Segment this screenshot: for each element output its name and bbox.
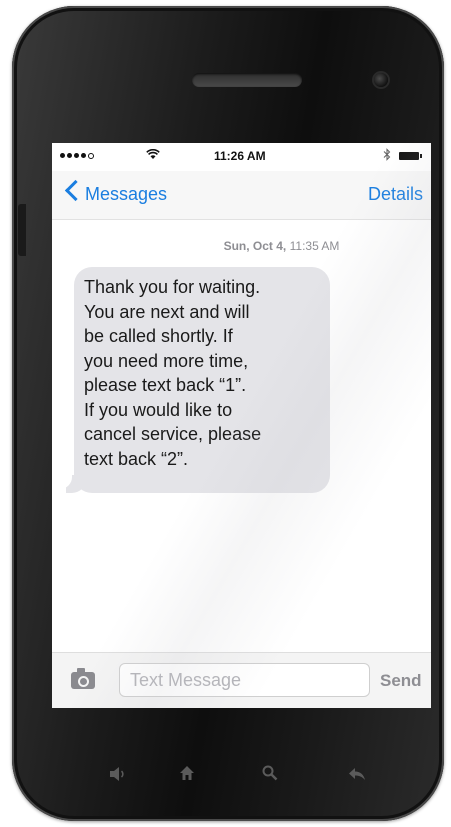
send-button[interactable]: Send xyxy=(380,671,422,691)
timestamp-time: 11:35 AM xyxy=(289,239,340,253)
search-icon[interactable] xyxy=(255,761,285,791)
status-time: 11:26 AM xyxy=(214,149,266,163)
text-message-input[interactable] xyxy=(119,663,370,697)
reply-icon[interactable] xyxy=(342,761,372,791)
message-composer: Send xyxy=(52,652,431,708)
navigation-bar: Messages Details xyxy=(52,171,431,220)
speaker-icon[interactable] xyxy=(103,761,133,791)
timestamp-date: Sun, Oct 4, xyxy=(223,239,287,253)
hardware-buttons xyxy=(12,761,444,791)
signal-dots-icon xyxy=(60,153,94,159)
battery-icon xyxy=(399,152,422,160)
volume-button[interactable] xyxy=(18,204,26,256)
chevron-left-icon[interactable] xyxy=(64,179,87,202)
status-bar: 11:26 AM xyxy=(52,143,431,171)
wifi-icon xyxy=(146,148,160,163)
details-button[interactable]: Details xyxy=(368,184,423,205)
earpiece-speaker xyxy=(192,73,302,87)
camera-icon[interactable] xyxy=(71,668,95,689)
incoming-message-bubble[interactable]: Thank you for waiting. You are next and … xyxy=(74,267,330,493)
bluetooth-icon xyxy=(383,148,391,164)
phone-screen: 11:26 AM Messages Details Sun, Oct 4, 11… xyxy=(52,143,431,708)
back-to-messages-button[interactable]: Messages xyxy=(85,184,167,205)
home-icon[interactable] xyxy=(172,761,202,791)
message-timestamp: Sun, Oct 4, 11:35 AM xyxy=(52,239,431,253)
phone-body: 11:26 AM Messages Details Sun, Oct 4, 11… xyxy=(12,6,444,821)
front-camera xyxy=(374,73,388,87)
